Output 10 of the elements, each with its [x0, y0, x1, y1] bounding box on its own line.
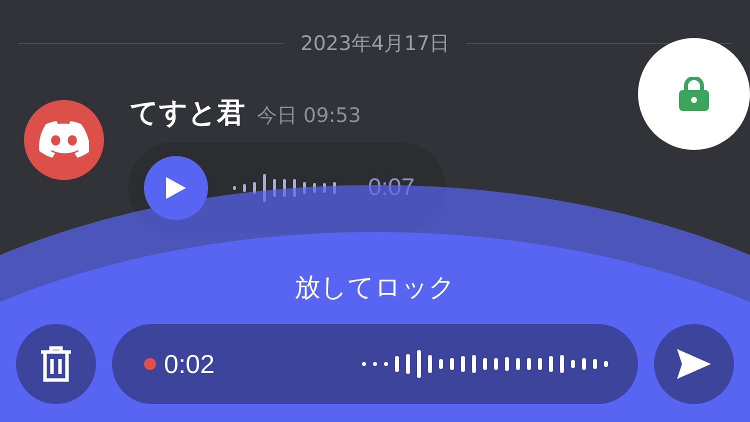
author-name[interactable]: てすと君 — [130, 92, 245, 134]
message-timestamp: 今日 09:53 — [257, 102, 361, 129]
recording-time: 0:02 — [164, 348, 215, 380]
send-icon — [677, 349, 711, 379]
date-divider: 2023年4月17日 — [300, 30, 450, 57]
play-icon — [166, 177, 186, 199]
game-controller-icon — [39, 121, 89, 159]
release-to-lock-hint: 放してロック — [294, 272, 456, 305]
trash-icon — [40, 346, 72, 382]
lock-icon — [679, 77, 709, 111]
